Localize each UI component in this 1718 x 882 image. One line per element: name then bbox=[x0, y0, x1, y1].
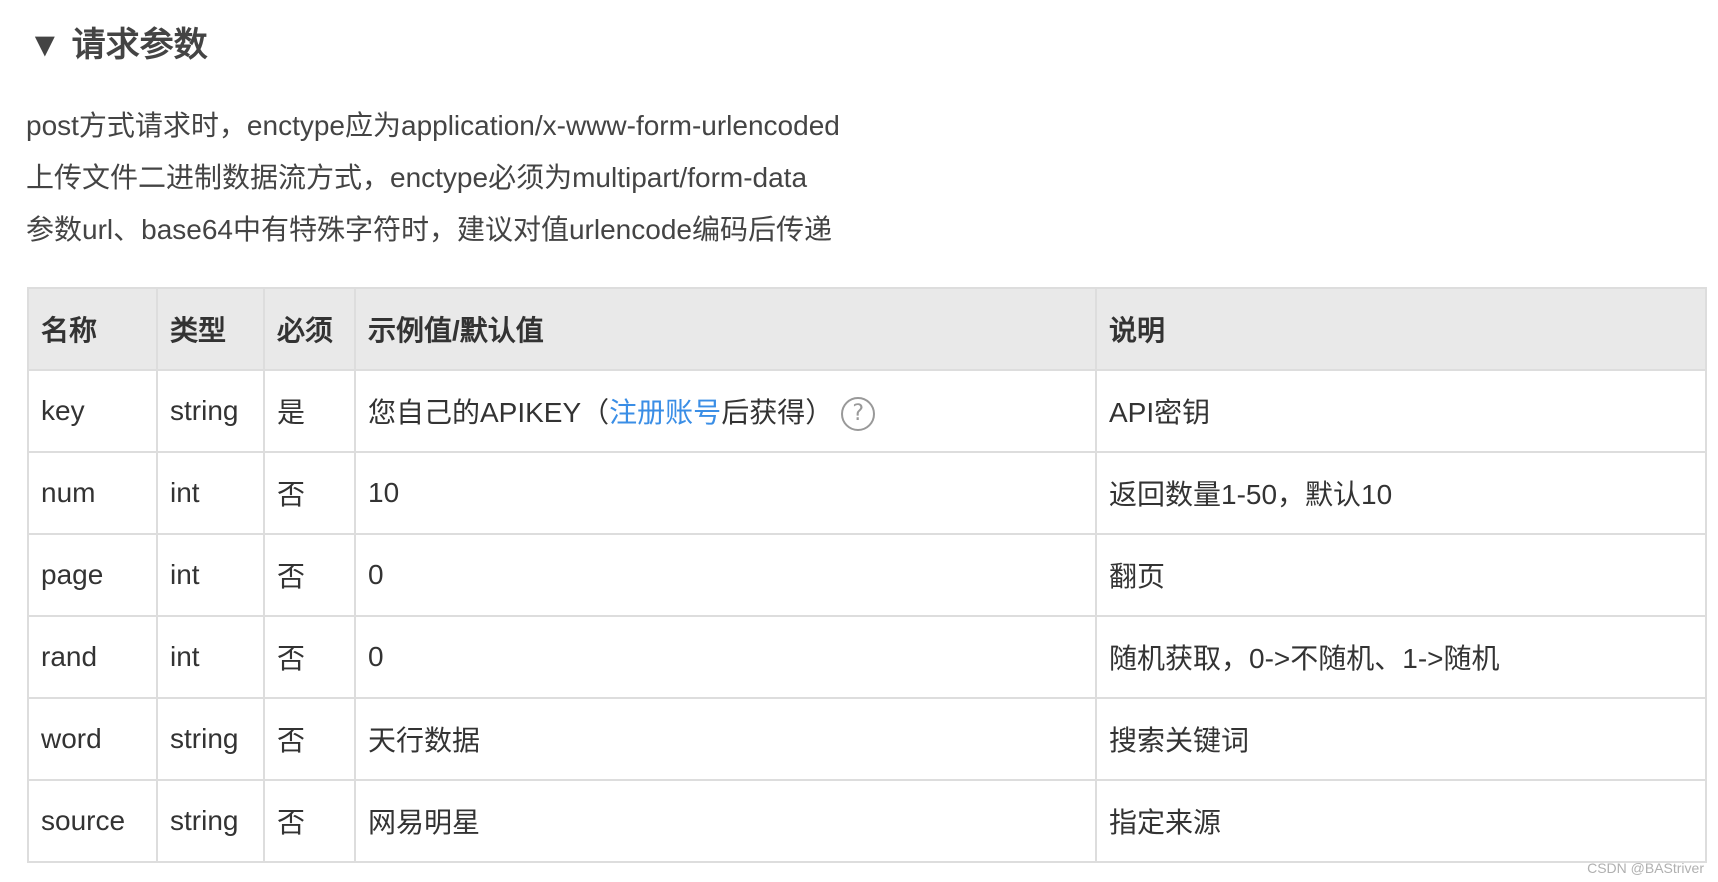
cell-required: 否 bbox=[263, 533, 356, 617]
cell-required: 否 bbox=[263, 451, 356, 535]
section-title-text: 请求参数 bbox=[71, 26, 208, 64]
help-icon[interactable]: ? bbox=[841, 397, 876, 432]
cell-name: num bbox=[27, 451, 158, 535]
cell-example: 10 bbox=[354, 451, 1097, 535]
cell-name: page bbox=[27, 533, 158, 617]
note-line: post方式请求时，enctype应为application/x-www-for… bbox=[26, 110, 840, 141]
table-row: rand int 否 0 随机获取，0->不随机、1->随机 bbox=[27, 615, 1707, 699]
header-name: 名称 bbox=[27, 287, 158, 371]
cell-type: string bbox=[156, 369, 265, 453]
table-header-row: 名称 类型 必须 示例值/默认值 说明 bbox=[27, 287, 1707, 371]
note-line: 上传文件二进制数据流方式，enctype必须为multipart/form-da… bbox=[26, 162, 808, 193]
cell-example: 您自己的APIKEY（注册账号后获得）? bbox=[354, 369, 1097, 453]
example-suffix: 后获得） bbox=[721, 396, 834, 428]
cell-description: 随机获取，0->不随机、1->随机 bbox=[1095, 615, 1707, 699]
watermark: CSDN @BAStriver bbox=[1587, 860, 1704, 876]
table-row: num int 否 10 返回数量1-50，默认10 bbox=[27, 451, 1707, 535]
cell-type: string bbox=[156, 779, 265, 863]
cell-example: 0 bbox=[354, 615, 1097, 699]
cell-required: 否 bbox=[263, 615, 356, 699]
cell-example: 网易明星 bbox=[354, 779, 1097, 863]
cell-type: int bbox=[156, 615, 265, 699]
cell-description: 指定来源 bbox=[1095, 779, 1707, 863]
register-account-link[interactable]: 注册账号 bbox=[609, 397, 721, 428]
table-row: key string 是 您自己的APIKEY（注册账号后获得）? API密钥 bbox=[27, 369, 1707, 453]
header-example: 示例值/默认值 bbox=[354, 287, 1097, 371]
cell-required: 否 bbox=[263, 779, 356, 863]
cell-description: 返回数量1-50，默认10 bbox=[1095, 451, 1707, 535]
cell-required: 否 bbox=[263, 697, 356, 781]
cell-name: source bbox=[27, 779, 158, 863]
cell-required: 是 bbox=[263, 369, 356, 453]
header-description: 说明 bbox=[1095, 287, 1707, 371]
table-row: word string 否 天行数据 搜索关键词 bbox=[27, 697, 1707, 781]
cell-example: 天行数据 bbox=[354, 697, 1097, 781]
cell-description: 搜索关键词 bbox=[1095, 697, 1707, 781]
example-prefix: 您自己的APIKEY（ bbox=[368, 396, 610, 428]
usage-notes: post方式请求时，enctype应为application/x-www-for… bbox=[26, 100, 840, 256]
cell-example: 0 bbox=[354, 533, 1097, 617]
request-params-table: 名称 类型 必须 示例值/默认值 说明 key string 是 您自己的API… bbox=[27, 287, 1707, 863]
cell-description: 翻页 bbox=[1095, 533, 1707, 617]
cell-name: word bbox=[27, 697, 158, 781]
header-required: 必须 bbox=[263, 287, 356, 371]
cell-name: key bbox=[27, 369, 158, 453]
cell-type: int bbox=[156, 533, 265, 617]
section-title[interactable]: ▼ 请求参数 bbox=[28, 22, 208, 68]
cell-type: int bbox=[156, 451, 265, 535]
cell-description: API密钥 bbox=[1095, 369, 1707, 453]
cell-type: string bbox=[156, 697, 265, 781]
table-row: page int 否 0 翻页 bbox=[27, 533, 1707, 617]
note-line: 参数url、base64中有特殊字符时，建议对值urlencode编码后传递 bbox=[26, 214, 832, 245]
table-row: source string 否 网易明星 指定来源 bbox=[27, 779, 1707, 863]
cell-name: rand bbox=[27, 615, 158, 699]
header-type: 类型 bbox=[156, 287, 265, 371]
collapse-arrow-icon[interactable]: ▼ bbox=[28, 22, 62, 68]
